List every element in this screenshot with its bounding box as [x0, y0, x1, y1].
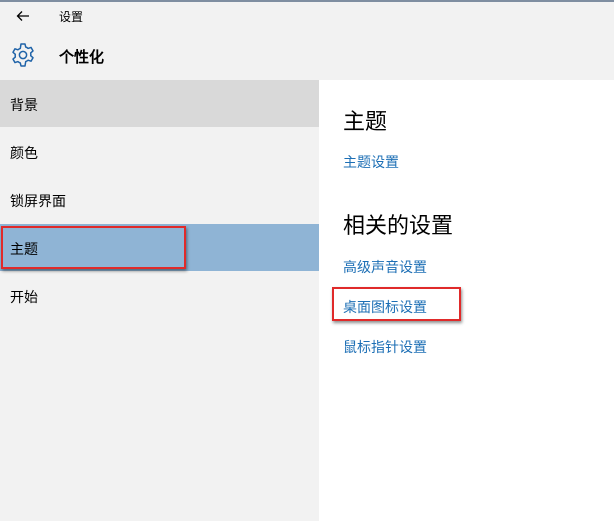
page-header: 个性化 — [0, 30, 614, 80]
sidebar-item-label: 锁屏界面 — [10, 194, 66, 210]
sidebar-item-label: 开始 — [10, 290, 38, 306]
sidebar-item-label: 背景 — [10, 98, 38, 114]
content-pane: 主题 主题设置 相关的设置 高级声音设置 桌面图标设置 鼠标指针设置 — [319, 80, 614, 521]
window-title: 设置 — [59, 10, 84, 24]
title-bar: 设置 — [0, 2, 614, 30]
sidebar-item-label: 主题 — [10, 242, 38, 258]
desktop-icon-settings-link[interactable]: 桌面图标设置 — [343, 297, 427, 317]
page-title: 个性化 — [59, 48, 105, 66]
back-button[interactable] — [12, 6, 34, 26]
section-title-theme: 主题 — [343, 110, 388, 135]
sidebar-item-lock-screen[interactable]: 锁屏界面 — [0, 176, 319, 223]
sidebar-item-background[interactable]: 背景 — [0, 80, 319, 127]
theme-settings-link[interactable]: 主题设置 — [343, 152, 399, 172]
sidebar-item-colors[interactable]: 颜色 — [0, 128, 319, 175]
section-title-related-settings: 相关的设置 — [343, 214, 454, 239]
sidebar-item-label: 颜色 — [10, 146, 38, 162]
advanced-sound-settings-link[interactable]: 高级声音设置 — [343, 257, 427, 277]
sidebar: 背景 颜色 锁屏界面 主题 开始 — [0, 80, 319, 521]
back-arrow-icon — [16, 11, 29, 21]
sidebar-item-start[interactable]: 开始 — [0, 272, 319, 319]
mouse-pointer-settings-link[interactable]: 鼠标指针设置 — [343, 337, 427, 357]
gear-icon — [12, 43, 34, 67]
sidebar-item-themes[interactable]: 主题 — [0, 224, 319, 271]
